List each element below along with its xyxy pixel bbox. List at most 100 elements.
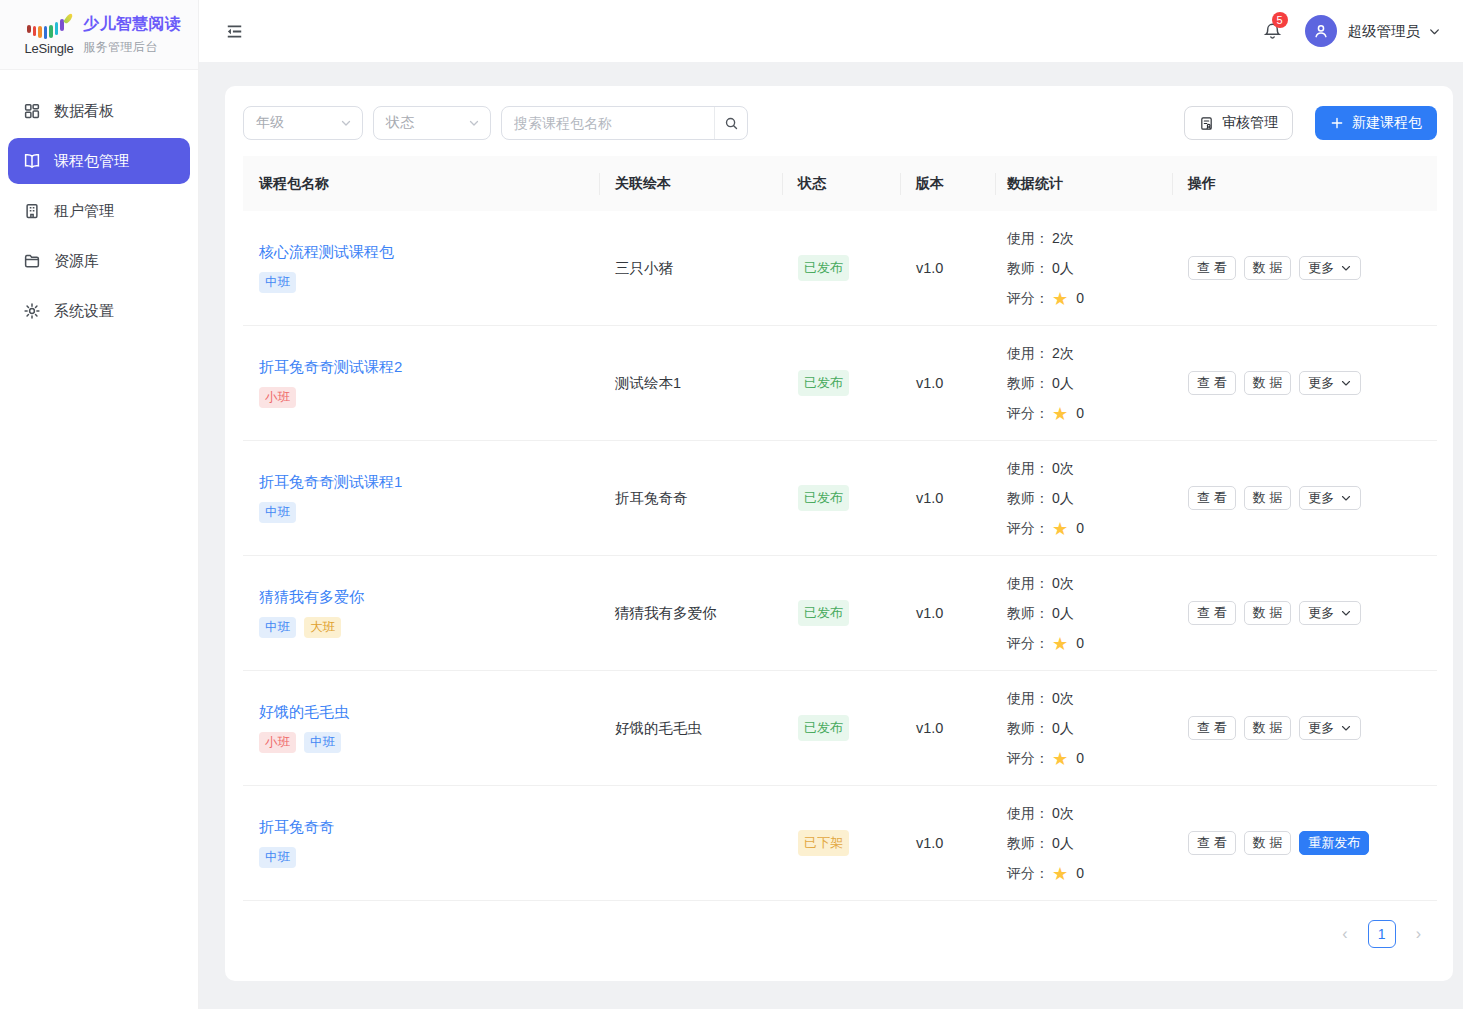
chevron-down-icon[interactable] [1428,25,1441,38]
actions-cell: 查 看数 据重新发布 [1172,831,1437,855]
view-button[interactable]: 查 看 [1188,256,1236,280]
republish-button[interactable]: 重新发布 [1299,831,1369,855]
status-cell: 已发布 [782,600,900,626]
actions-cell: 查 看数 据更多 [1172,716,1437,740]
stat-label: 使用： [1007,345,1049,361]
stat-label: 教师： [1007,260,1049,276]
stat-line: 使用：0次 [1007,683,1162,713]
pagination: ‹ 1 › [243,901,1437,967]
sidebar-item-label: 系统设置 [54,302,114,321]
sidebar-item-settings[interactable]: 系统设置 [8,288,190,334]
package-name-link[interactable]: 折耳兔奇奇测试课程1 [259,473,583,492]
stat-line: 使用：0次 [1007,798,1162,828]
more-button[interactable]: 更多 [1299,486,1361,510]
status-badge: 已发布 [798,715,849,741]
more-button-label: 更多 [1308,259,1334,277]
sidebar: LeSingle 少儿智慧阅读 服务管理后台 数据看板课程包管理租户管理资源库系… [0,0,199,1009]
chevron-down-icon [1340,722,1352,734]
audit-manage-button[interactable]: 审核管理 [1184,106,1293,140]
stat-label: 使用： [1007,575,1049,591]
view-button[interactable]: 查 看 [1188,486,1236,510]
data-button[interactable]: 数 据 [1244,371,1292,395]
chevron-down-icon [1340,492,1352,504]
status-select[interactable]: 状态 [373,106,491,140]
package-name-link[interactable]: 折耳兔奇奇 [259,818,583,837]
stat-label: 评分： [1007,635,1049,651]
sidebar-item-dashboard[interactable]: 数据看板 [8,88,190,134]
stat-line: 评分：★0 [1007,513,1162,544]
avatar[interactable] [1305,15,1337,47]
version-cell: v1.0 [900,835,995,851]
package-name-cell: 折耳兔奇奇测试课程2 小班 [243,358,599,409]
grade-tag: 小班 [259,387,296,409]
menu-fold-icon[interactable] [225,22,244,41]
package-name-link[interactable]: 好饿的毛毛虫 [259,703,583,722]
create-package-label: 新建课程包 [1352,114,1422,132]
more-button[interactable]: 更多 [1299,256,1361,280]
grade-tag: 中班 [259,847,296,869]
notification-bell[interactable]: 5 [1263,21,1282,41]
view-button[interactable]: 查 看 [1188,371,1236,395]
search-button[interactable] [714,107,747,139]
sidebar-item-resources[interactable]: 资源库 [8,238,190,284]
course-package-table: 课程包名称 关联绘本 状态 版本 数据统计 操作 核心流程测试课程包中班三只小猪… [243,156,1437,901]
logo-area: LeSingle 少儿智慧阅读 服务管理后台 [0,0,198,70]
sidebar-item-course-packages[interactable]: 课程包管理 [8,138,190,184]
related-book-cell: 好饿的毛毛虫 [599,719,782,738]
package-name-link[interactable]: 猜猜我有多爱你 [259,588,583,607]
status-cell: 已发布 [782,370,900,396]
grade-tags: 中班 [259,502,583,524]
package-name-link[interactable]: 核心流程测试课程包 [259,243,583,262]
pagination-prev-icon[interactable]: ‹ [1342,926,1347,942]
username[interactable]: 超级管理员 [1348,22,1421,41]
star-icon: ★ [1052,749,1068,769]
chevron-down-icon [1340,607,1352,619]
view-button-label: 查 看 [1197,719,1227,737]
search-input[interactable] [502,115,714,131]
stat-value: 0 [1076,750,1084,766]
sidebar-item-label: 课程包管理 [54,152,129,171]
data-button[interactable]: 数 据 [1244,486,1292,510]
stat-label: 评分： [1007,405,1049,421]
stat-label: 教师： [1007,835,1049,851]
data-button[interactable]: 数 据 [1244,831,1292,855]
grade-select[interactable]: 年级 [243,106,363,140]
data-button[interactable]: 数 据 [1244,716,1292,740]
filter-bar: 年级 状态 [243,106,1437,140]
actions-cell: 查 看数 据更多 [1172,601,1437,625]
table-row: 折耳兔奇奇中班已下架v1.0使用：0次教师：0人评分：★0查 看数 据重新发布 [243,786,1437,901]
version-cell: v1.0 [900,720,995,736]
create-package-button[interactable]: 新建课程包 [1315,106,1437,140]
user-icon [1312,22,1330,40]
stat-value: 0人 [1052,605,1074,621]
more-button[interactable]: 更多 [1299,371,1361,395]
view-button-label: 查 看 [1197,374,1227,392]
content-area: 年级 状态 [199,62,1463,1009]
table-header: 课程包名称 关联绘本 状态 版本 数据统计 操作 [243,156,1437,211]
more-button[interactable]: 更多 [1299,716,1361,740]
package-name-link[interactable]: 折耳兔奇奇测试课程2 [259,358,583,377]
pagination-next-icon[interactable]: › [1416,926,1421,942]
column-header-book: 关联绘本 [599,156,782,211]
grade-tags: 中班 [259,272,583,294]
sidebar-item-tenants[interactable]: 租户管理 [8,188,190,234]
status-badge: 已发布 [798,255,849,281]
table-row: 折耳兔奇奇测试课程1中班折耳兔奇奇已发布v1.0使用：0次教师：0人评分：★0查… [243,441,1437,556]
search-box [501,106,748,140]
column-header-version: 版本 [900,156,995,211]
view-button[interactable]: 查 看 [1188,831,1236,855]
view-button[interactable]: 查 看 [1188,716,1236,740]
grade-tags: 中班 [259,847,583,869]
related-book-cell: 猜猜我有多爱你 [599,604,782,623]
grade-tag: 中班 [259,502,296,524]
more-button[interactable]: 更多 [1299,601,1361,625]
data-button[interactable]: 数 据 [1244,256,1292,280]
view-button[interactable]: 查 看 [1188,601,1236,625]
grade-tags: 小班 [259,387,583,409]
data-button[interactable]: 数 据 [1244,601,1292,625]
data-button-label: 数 据 [1253,489,1283,507]
table-row: 核心流程测试课程包中班三只小猪已发布v1.0使用：2次教师：0人评分：★0查 看… [243,211,1437,326]
sidebar-menu: 数据看板课程包管理租户管理资源库系统设置 [0,70,198,356]
pagination-page-1[interactable]: 1 [1368,920,1396,948]
gear-icon [23,302,41,320]
